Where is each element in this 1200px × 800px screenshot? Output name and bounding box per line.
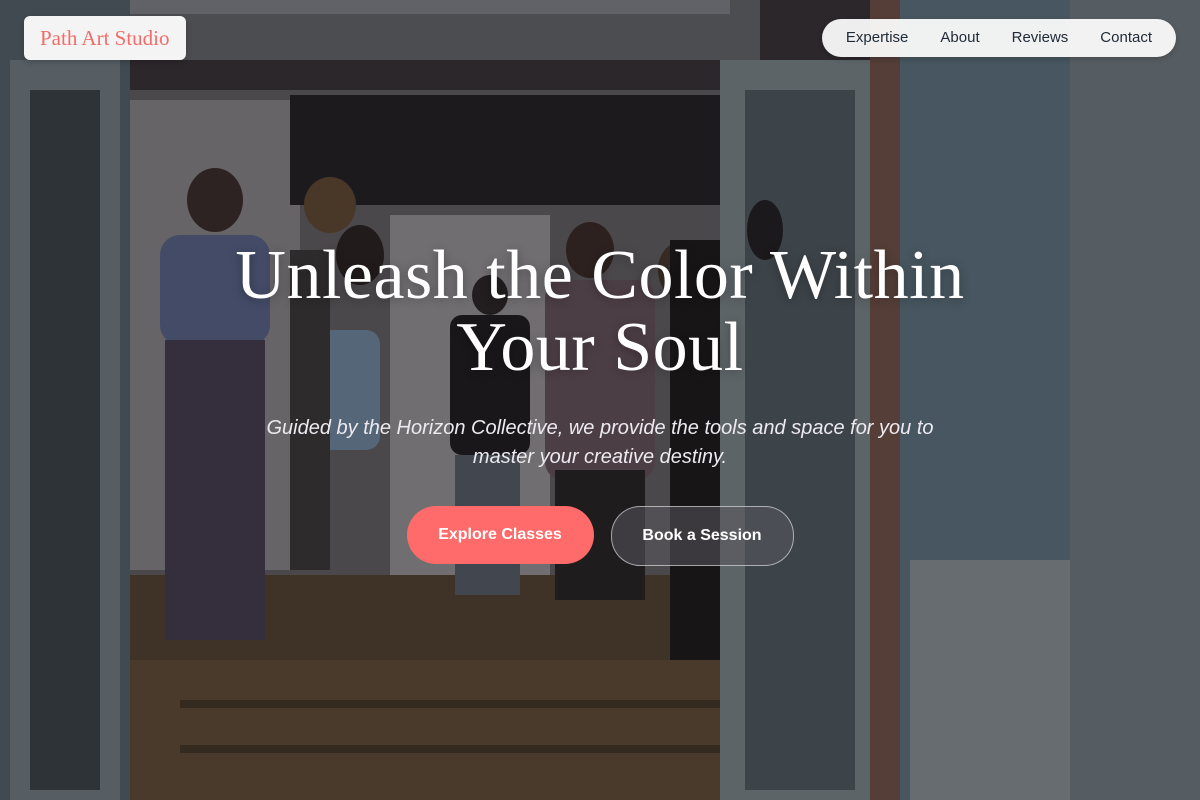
book-session-button[interactable]: Book a Session (610, 506, 794, 566)
hero-title: Unleash the Color Within Your Soul (235, 237, 965, 386)
explore-classes-button[interactable]: Explore Classes (406, 506, 594, 564)
brand-name: Path Art Studio (40, 25, 170, 50)
hero-subtitle: Guided by the Horizon Collective, we pro… (266, 417, 934, 468)
nav-item-expertise[interactable]: Expertise (830, 19, 925, 57)
nav-item-contact[interactable]: Contact (1084, 19, 1168, 57)
brand-logo[interactable]: Path Art Studio (24, 16, 186, 60)
main-nav: Expertise About Reviews Contact (821, 19, 1176, 57)
nav-item-about[interactable]: About (924, 19, 995, 57)
nav-item-reviews[interactable]: Reviews (996, 19, 1085, 57)
hero-cta-group: Explore Classes Book a Session (0, 506, 1200, 566)
hero-section: Unleash the Color Within Your Soul Guide… (0, 240, 1200, 566)
